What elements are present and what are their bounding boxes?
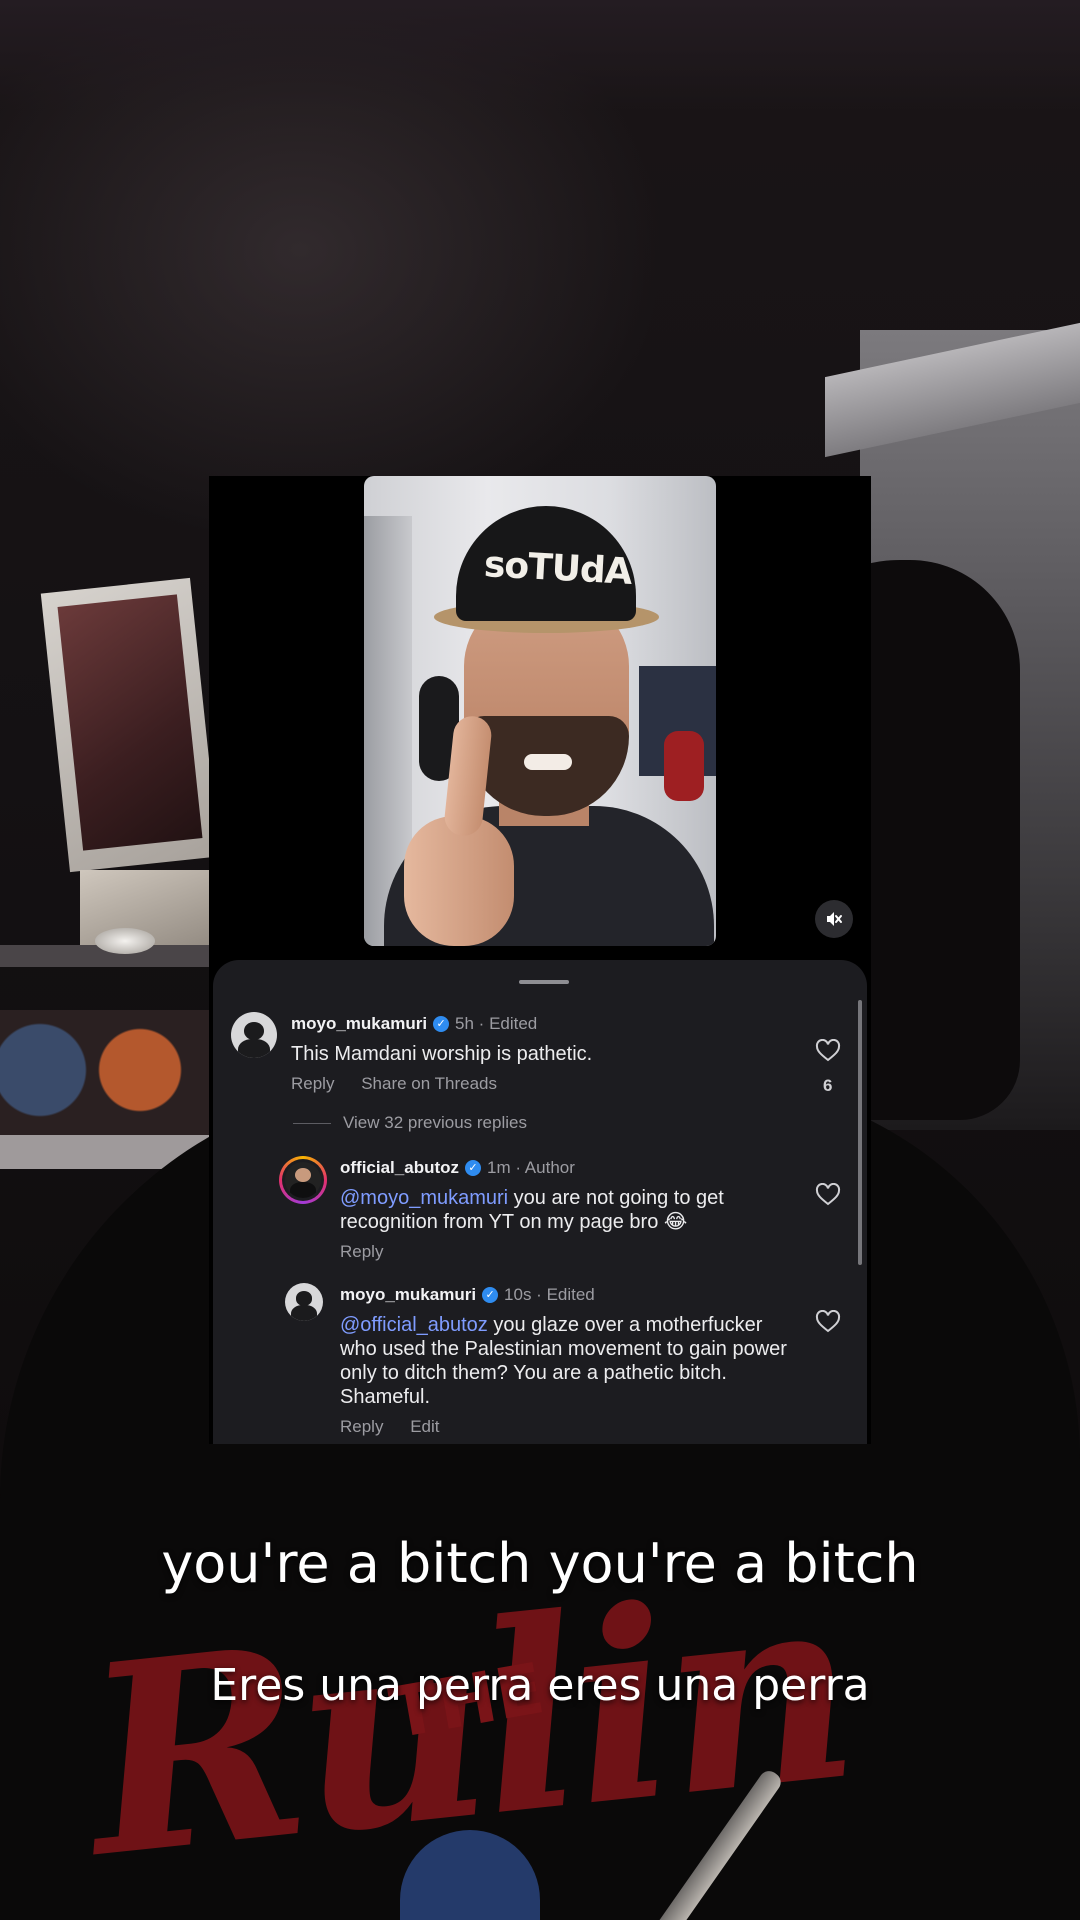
video-cap-text: soTUdA: [483, 544, 633, 593]
reply-button[interactable]: Reply: [340, 1417, 383, 1436]
verified-icon: ✓: [465, 1160, 482, 1176]
heart-icon[interactable]: [815, 1039, 841, 1063]
comment-time: 1m · Author: [487, 1158, 575, 1177]
avatar: [285, 1162, 321, 1198]
reply-button[interactable]: Reply: [291, 1074, 334, 1093]
comment-username[interactable]: official_abutoz: [340, 1158, 459, 1178]
caption-spanish: Eres una perra eres una perra: [210, 1660, 870, 1711]
embedded-screenshot: soTUdA moyo_mukamuri ✓ 5h · Edited This …: [209, 476, 871, 1444]
edit-button[interactable]: Edit: [410, 1417, 439, 1436]
ceiling: [0, 0, 1080, 110]
verified-icon: ✓: [433, 1016, 450, 1032]
mention-link[interactable]: @official_abutoz: [340, 1314, 488, 1336]
view-previous-replies[interactable]: View 32 previous replies: [293, 1113, 527, 1133]
reply-button[interactable]: Reply: [340, 1242, 383, 1261]
caption-english: you're a bitch you're a bitch: [161, 1532, 919, 1595]
mute-button[interactable]: [815, 900, 853, 938]
verified-icon: ✓: [482, 1287, 499, 1303]
sheet-drag-handle[interactable]: [519, 980, 569, 984]
comment-actions: Reply: [340, 1242, 405, 1262]
shelf-items: [0, 1010, 210, 1135]
comment-username[interactable]: moyo_mukamuri: [340, 1285, 476, 1305]
heart-icon[interactable]: [815, 1183, 841, 1207]
comment-text: This Mamdani worship is pathetic.: [291, 1043, 593, 1065]
comment-meta: moyo_mukamuri ✓ 10s · Edited: [340, 1285, 595, 1305]
embedded-video[interactable]: soTUdA: [364, 476, 716, 946]
like-count: 6: [823, 1076, 833, 1095]
video-person-mouth: [524, 754, 572, 770]
comments-sheet: moyo_mukamuri ✓ 5h · Edited This Mamdani…: [213, 960, 867, 1444]
avatar[interactable]: [285, 1283, 323, 1321]
replies-divider: [293, 1122, 331, 1124]
mention-link[interactable]: @moyo_mukamuri: [340, 1187, 508, 1209]
comment-time: 10s · Edited: [504, 1285, 595, 1304]
video-hand: [404, 816, 514, 946]
avatar-story-ring[interactable]: [279, 1156, 327, 1204]
heart-icon[interactable]: [815, 1310, 841, 1334]
comments-scrollbar[interactable]: [858, 1000, 862, 1265]
wall-painting: [57, 594, 203, 851]
comment-text: @moyo_mukamuri you are not going to get …: [340, 1186, 795, 1234]
comment-text: @official_abutoz you glaze over a mother…: [340, 1313, 790, 1409]
comment-username[interactable]: moyo_mukamuri: [291, 1014, 427, 1034]
comment-meta: official_abutoz ✓ 1m · Author: [340, 1158, 575, 1178]
comment-actions: Reply Share on Threads: [291, 1074, 519, 1094]
lamp: [95, 928, 155, 954]
video-figurine: [664, 731, 704, 801]
view-replies-label: View 32 previous replies: [343, 1113, 527, 1132]
comment-actions: Reply Edit: [340, 1417, 462, 1437]
comment-time: 5h · Edited: [455, 1014, 538, 1033]
speaker-muted-icon: [827, 912, 842, 926]
comment-meta: moyo_mukamuri ✓ 5h · Edited: [291, 1014, 537, 1034]
share-threads-button[interactable]: Share on Threads: [361, 1074, 497, 1093]
avatar[interactable]: [231, 1012, 277, 1058]
